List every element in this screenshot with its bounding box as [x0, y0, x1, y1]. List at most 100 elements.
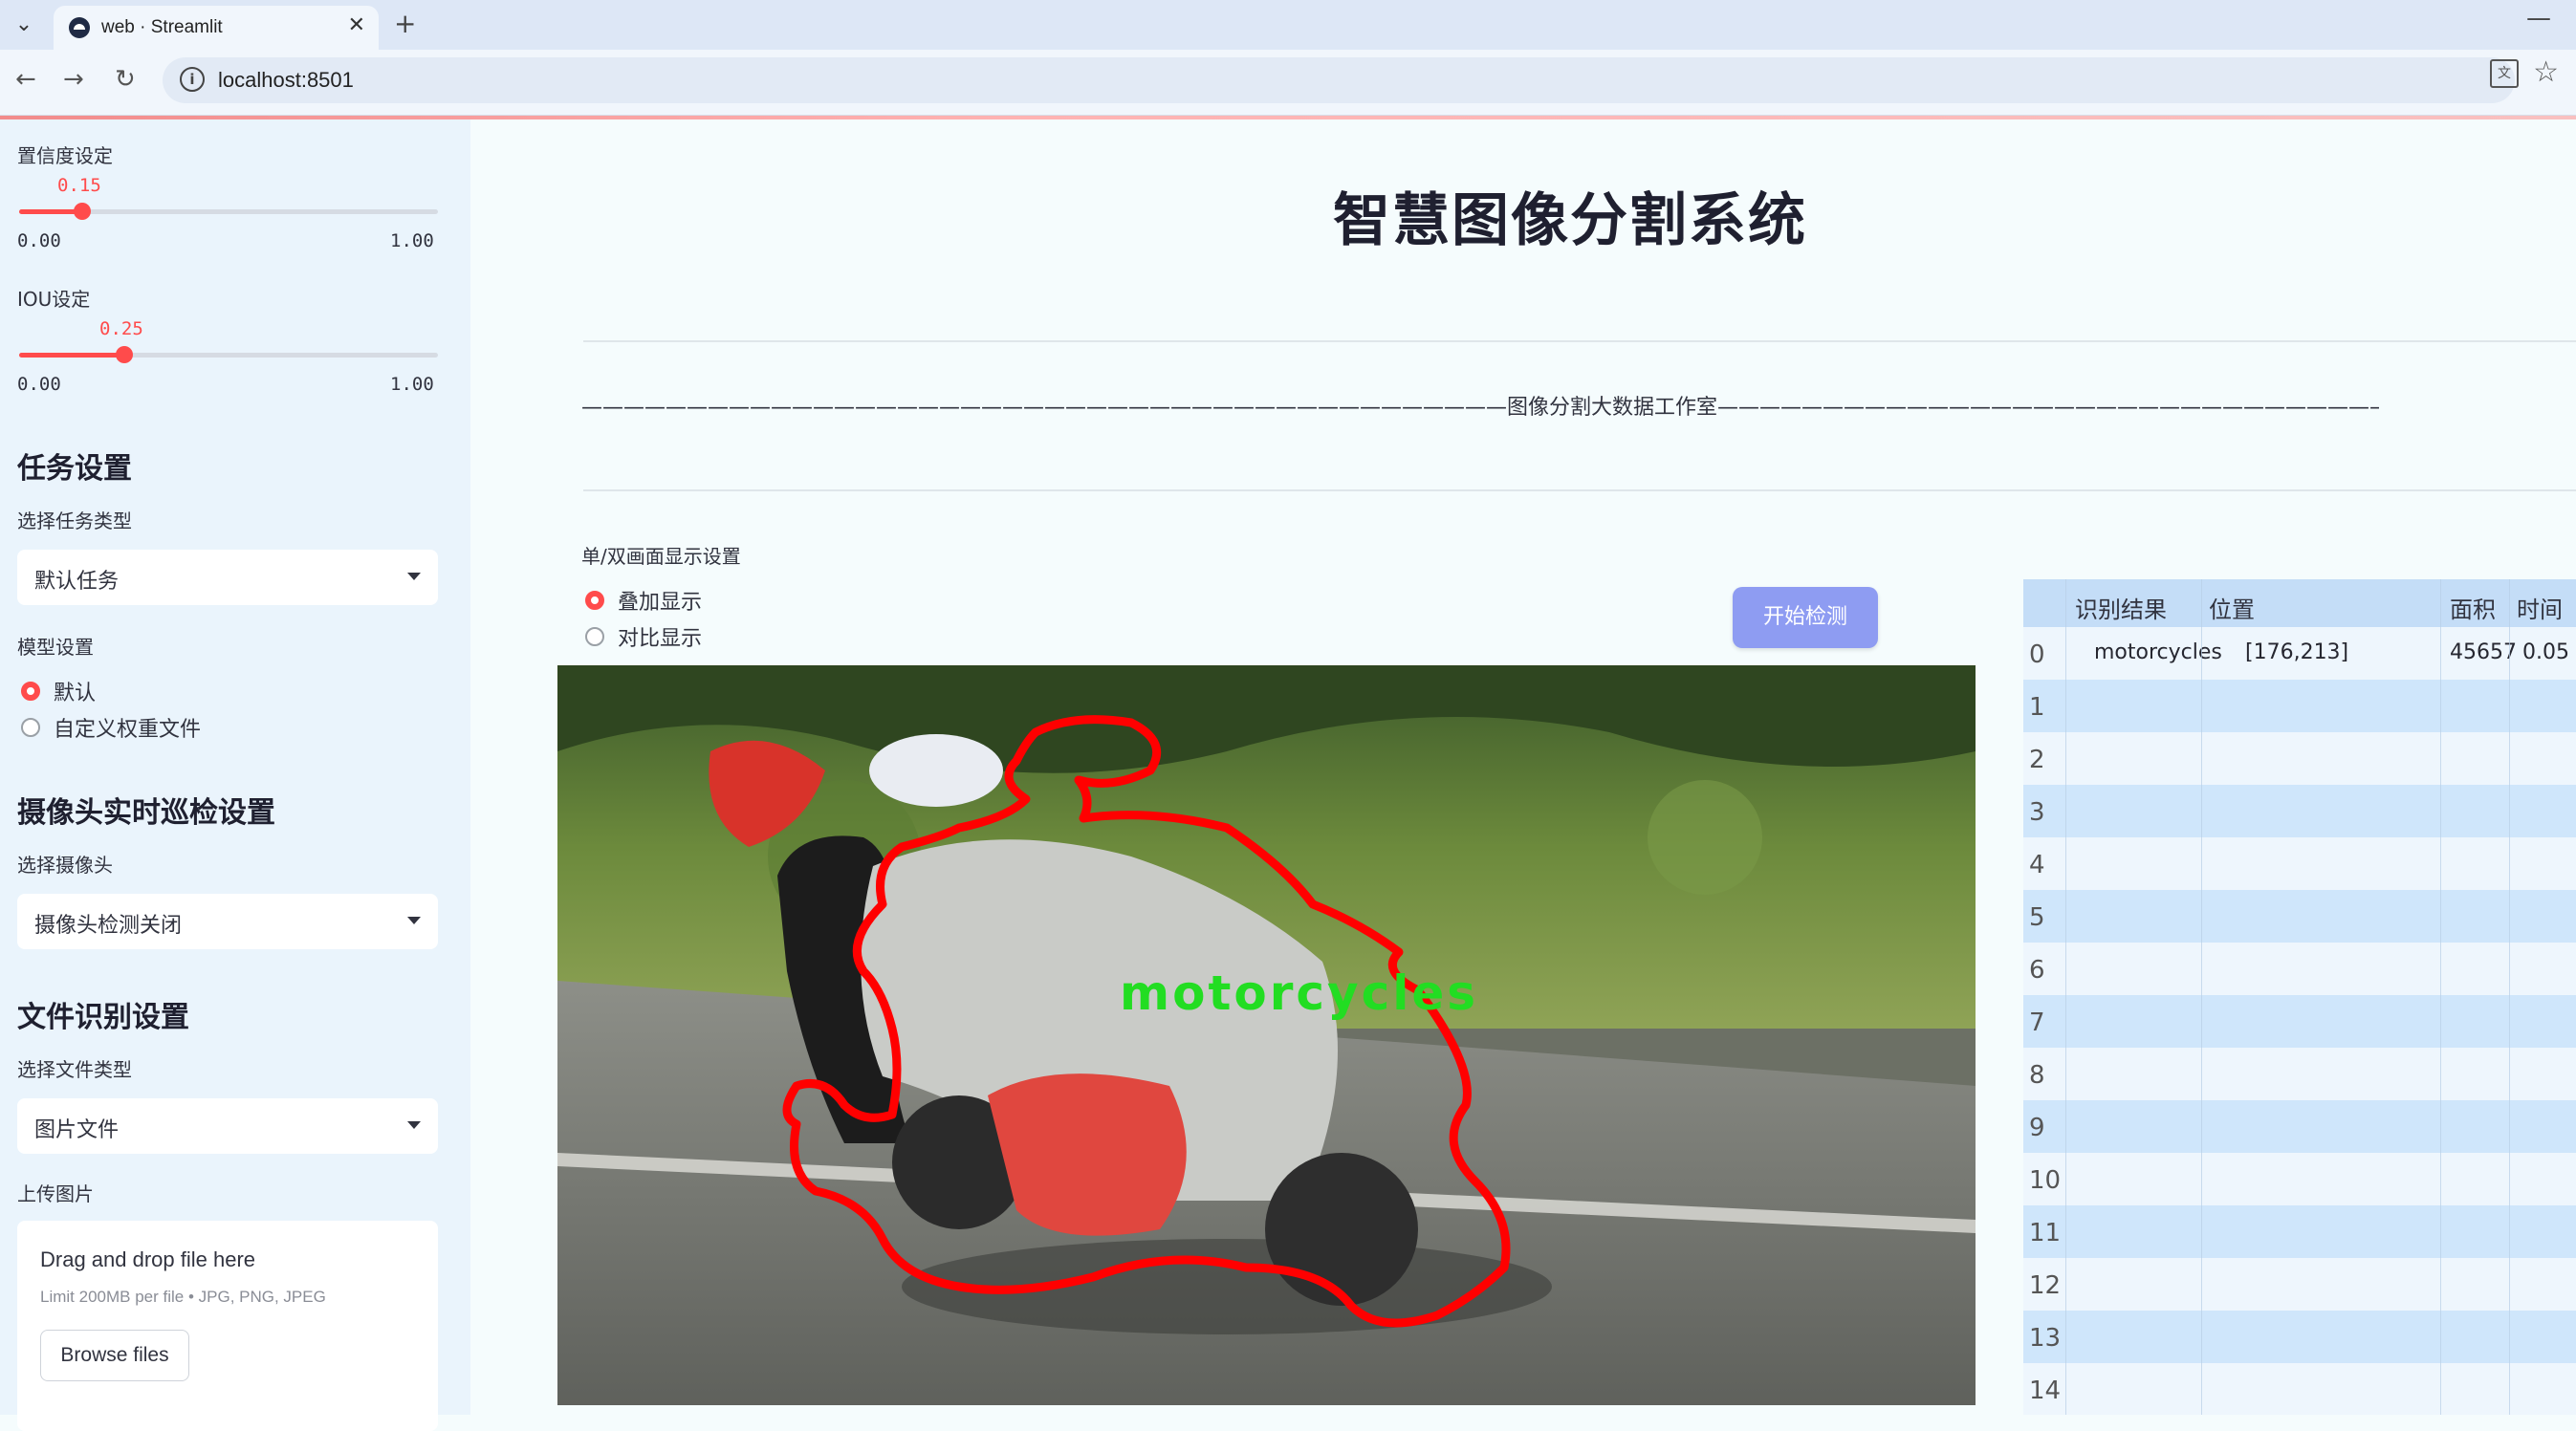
back-arrow-icon[interactable]: ← — [15, 65, 36, 94]
table-row[interactable]: 1 — [2023, 680, 2576, 732]
browser-tab[interactable]: web · Streamlit ✕ — [54, 6, 379, 50]
row-index: 9 — [2029, 1114, 2045, 1142]
table-row[interactable]: 12 — [2023, 1258, 2576, 1311]
table-row[interactable]: 5 — [2023, 890, 2576, 943]
model-default-label[interactable]: 默认 — [54, 676, 96, 706]
row-index: 10 — [2029, 1166, 2062, 1195]
task-settings-title: 任务设置 — [17, 452, 132, 486]
task-type-label: 选择任务类型 — [17, 510, 132, 532]
confidence-slider-thumb[interactable] — [73, 203, 91, 220]
chevron-down-icon — [407, 573, 421, 580]
table-row[interactable]: 6 — [2023, 943, 2576, 995]
model-settings-label: 模型设置 — [17, 636, 94, 659]
file-type-select[interactable]: 图片文件 — [17, 1098, 438, 1154]
model-custom-radio[interactable] — [21, 718, 40, 737]
confidence-value: 0.15 — [57, 175, 101, 196]
iou-max: 1.00 — [390, 374, 434, 395]
col-header-result[interactable]: 识别结果 — [2075, 591, 2167, 624]
cell-position: [176,213] — [2245, 640, 2349, 664]
row-index: 4 — [2029, 851, 2045, 879]
table-row[interactable]: 4 — [2023, 837, 2576, 890]
streamlit-favicon-icon — [69, 17, 90, 38]
browse-files-button[interactable]: Browse files — [40, 1330, 189, 1381]
translate-icon[interactable]: 文 — [2490, 59, 2519, 88]
overlay-display-radio[interactable] — [585, 591, 604, 610]
column-divider — [2201, 579, 2202, 1415]
forward-arrow-icon[interactable]: → — [63, 65, 84, 94]
sidebar: 置信度设定 0.15 0.00 1.00 IOU设定 0.25 0.00 1.0… — [0, 119, 470, 1431]
row-index: 3 — [2029, 798, 2045, 827]
table-row[interactable]: 2 — [2023, 732, 2576, 785]
close-tab-icon[interactable]: ✕ — [348, 13, 365, 37]
row-index: 12 — [2029, 1271, 2062, 1300]
file-dropzone[interactable]: Drag and drop file here Limit 200MB per … — [17, 1221, 438, 1431]
upload-label: 上传图片 — [17, 1182, 94, 1205]
table-header: 识别结果 位置 面积 时间 — [2023, 579, 2576, 627]
cell-result: motorcycles — [2094, 640, 2222, 664]
studio-banner: ————————————————————————————————————————… — [581, 396, 2379, 420]
table-row[interactable]: 11 — [2023, 1205, 2576, 1258]
model-default-radio[interactable] — [21, 682, 40, 701]
row-index: 0 — [2029, 640, 2045, 669]
row-index: 5 — [2029, 903, 2045, 932]
table-row[interactable]: 8 — [2023, 1048, 2576, 1100]
results-table: 识别结果 位置 面积 时间 0 motorcycles [176,213] 45657… — [2023, 579, 2576, 1415]
confidence-min: 0.00 — [17, 230, 61, 251]
task-type-select[interactable]: 默认任务 — [17, 550, 438, 605]
row-index: 13 — [2029, 1324, 2062, 1353]
overlay-display-label[interactable]: 叠加显示 — [618, 585, 702, 616]
table-row[interactable]: 13 — [2023, 1311, 2576, 1363]
url-text[interactable]: localhost:8501 — [218, 68, 354, 93]
segmentation-result-image: motorcycles — [557, 665, 1976, 1405]
overlay-class-label: motorcycles — [1120, 965, 1478, 1021]
tab-title: web · Streamlit — [101, 17, 223, 37]
iou-slider-thumb[interactable] — [115, 346, 133, 363]
confidence-slider-fill — [19, 209, 82, 214]
dropzone-title: Drag and drop file here — [40, 1247, 256, 1271]
tab-list-chevron-icon[interactable]: ⌄ — [6, 6, 42, 42]
table-row[interactable]: 7 — [2023, 995, 2576, 1048]
divider-top — [583, 340, 2576, 342]
address-bar: ← → ↻ i localhost:8501 文 ☆ — [0, 50, 2576, 116]
camera-select[interactable]: 摄像头检测关闭 — [17, 894, 438, 949]
camera-settings-title: 摄像头实时巡检设置 — [17, 796, 275, 830]
bookmark-star-icon[interactable]: ☆ — [2533, 55, 2559, 89]
compare-display-radio[interactable] — [585, 627, 604, 646]
table-row[interactable]: 0 motorcycles [176,213] 45657 0.05 — [2023, 627, 2576, 680]
row-index: 6 — [2029, 956, 2045, 985]
model-custom-label[interactable]: 自定义权重文件 — [54, 712, 201, 743]
table-row[interactable]: 10 — [2023, 1153, 2576, 1205]
file-settings-title: 文件识别设置 — [17, 1001, 189, 1034]
dropzone-limit: Limit 200MB per file • JPG, PNG, JPEG — [40, 1288, 326, 1306]
row-index: 7 — [2029, 1008, 2045, 1037]
col-header-time[interactable]: 时间 — [2517, 591, 2563, 624]
cell-area: 45657 — [2450, 640, 2517, 664]
site-info-icon[interactable]: i — [180, 67, 205, 92]
start-detection-button[interactable]: 开始检测 — [1733, 587, 1878, 648]
column-divider — [2440, 579, 2441, 1415]
table-row[interactable]: 3 — [2023, 785, 2576, 837]
iou-slider-fill — [19, 353, 124, 358]
camera-select-label: 选择摄像头 — [17, 854, 113, 877]
display-mode-label: 单/双画面显示设置 — [581, 545, 741, 568]
iou-slider[interactable] — [19, 353, 438, 358]
row-index: 11 — [2029, 1219, 2062, 1247]
row-index: 8 — [2029, 1061, 2045, 1090]
reload-icon[interactable]: ↻ — [115, 65, 136, 94]
table-row[interactable]: 14 — [2023, 1363, 2576, 1415]
table-row[interactable]: 9 — [2023, 1100, 2576, 1153]
task-type-value: 默认任务 — [34, 570, 120, 594]
url-field[interactable]: i localhost:8501 — [163, 57, 2515, 103]
confidence-max: 1.00 — [390, 230, 434, 251]
new-tab-icon[interactable]: + — [394, 8, 416, 39]
chevron-down-icon — [407, 1121, 421, 1129]
col-header-position[interactable]: 位置 — [2209, 591, 2255, 624]
compare-display-label[interactable]: 对比显示 — [618, 621, 702, 652]
minimize-window-icon[interactable]: — — [2526, 4, 2551, 33]
helmet — [869, 734, 1003, 807]
result-image-svg: motorcycles — [557, 665, 1976, 1405]
row-index: 1 — [2029, 693, 2045, 722]
camera-select-value: 摄像头检测关闭 — [34, 914, 183, 938]
iou-min: 0.00 — [17, 374, 61, 395]
col-header-area[interactable]: 面积 — [2450, 591, 2496, 624]
